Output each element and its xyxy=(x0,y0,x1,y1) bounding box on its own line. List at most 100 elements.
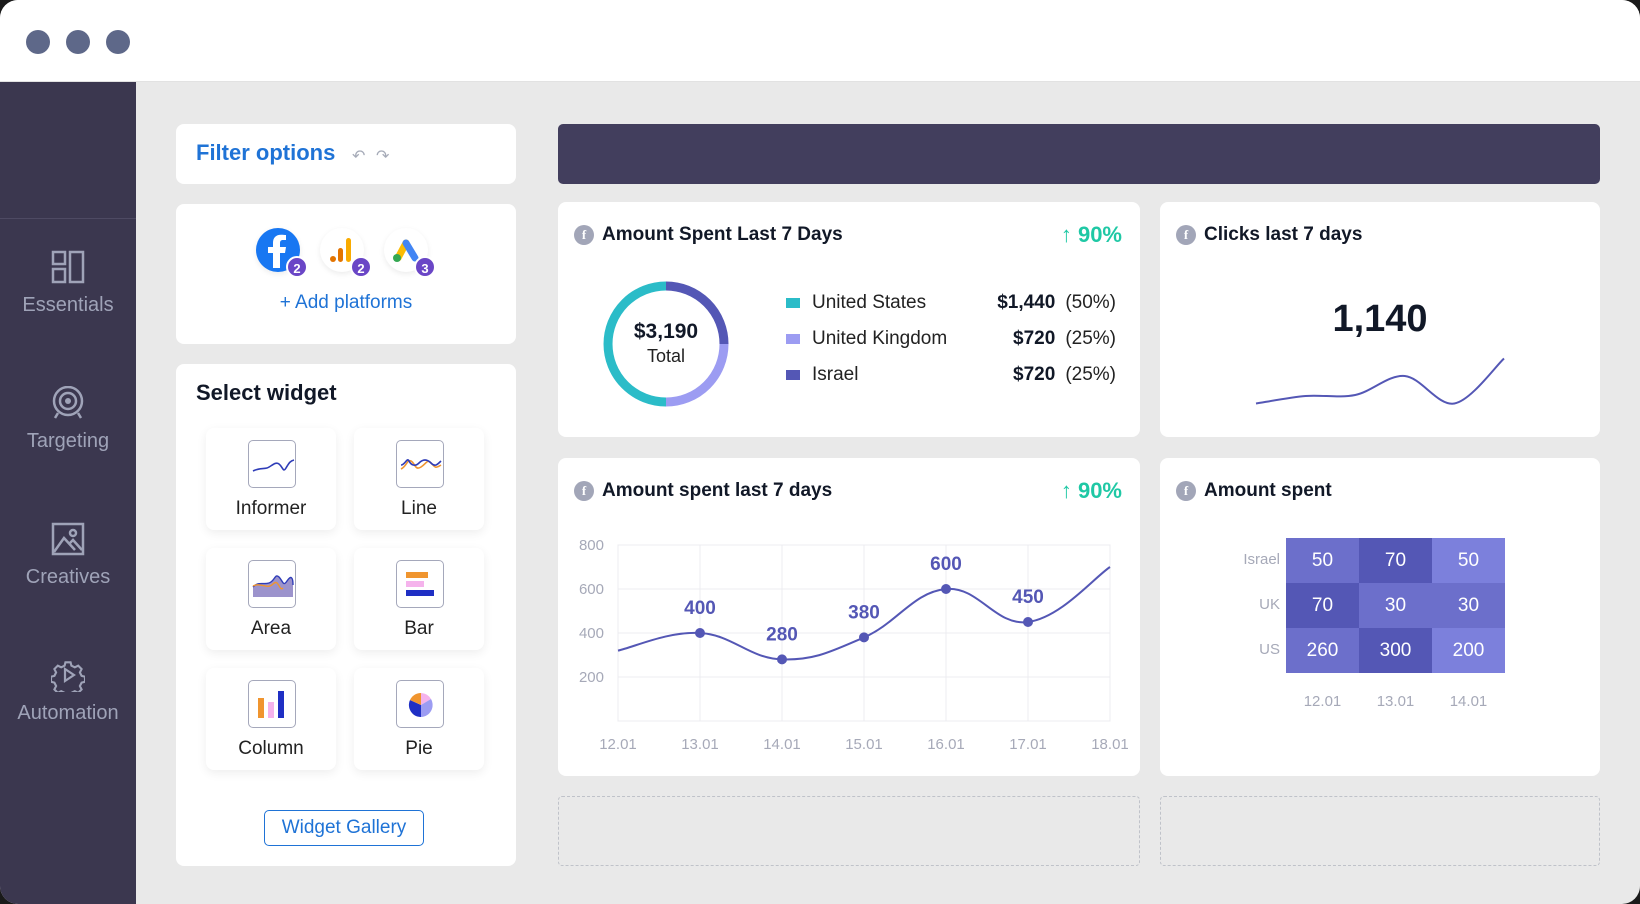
widget-bar[interactable]: Bar xyxy=(354,548,484,650)
image-icon xyxy=(51,522,85,556)
sidebar-item-label: Essentials xyxy=(22,294,114,316)
empty-widget-slot[interactable] xyxy=(558,796,1140,866)
bar-chart-icon xyxy=(406,572,434,596)
x-tick-label: 12.01 xyxy=(599,736,637,753)
heatmap-cell[interactable]: 70 xyxy=(1286,583,1359,628)
data-point[interactable] xyxy=(1023,617,1033,627)
amount-spent-heatmap-card: f Amount spent Israel 50 70 50 UK 70 30 30 US 260 3… xyxy=(1160,458,1600,776)
sidebar-item-label: Automation xyxy=(17,702,119,724)
x-tick-label: 15.01 xyxy=(845,736,883,753)
sparkline-path xyxy=(1255,357,1505,405)
widget-label: Pie xyxy=(405,738,433,759)
select-widget-title: Select widget xyxy=(196,380,337,405)
heatmap-cell[interactable]: 70 xyxy=(1359,538,1432,583)
window-minimize-button[interactable] xyxy=(66,30,90,54)
data-point[interactable] xyxy=(695,628,705,638)
x-tick-label: 18.01 xyxy=(1091,736,1129,753)
widget-gallery-button[interactable]: Widget Gallery xyxy=(264,810,424,846)
widget-label: Area xyxy=(250,618,292,639)
heatmap-cell[interactable]: 300 xyxy=(1359,628,1432,673)
target-icon xyxy=(52,386,84,419)
x-tick-label: 16.01 xyxy=(927,736,965,753)
platform-google-ads[interactable]: 3 xyxy=(384,228,436,278)
automation-gear-icon xyxy=(51,661,85,692)
platform-count-badge: 2 xyxy=(286,256,308,278)
widget-label: Column xyxy=(238,738,304,759)
sidebar-item-label: Creatives xyxy=(25,566,111,588)
platform-count-badge: 2 xyxy=(350,256,372,278)
window-close-button[interactable] xyxy=(26,30,50,54)
platform-facebook[interactable]: 2 xyxy=(256,228,308,278)
sidebar-item-creatives[interactable]: Creatives xyxy=(0,522,136,589)
data-point[interactable] xyxy=(941,584,951,594)
sidebar-item-targeting[interactable]: Targeting xyxy=(0,386,136,453)
empty-widget-slot[interactable] xyxy=(1160,796,1600,866)
heatmap-row-label: Israel xyxy=(1243,551,1280,568)
widget-informer[interactable]: Informer xyxy=(206,428,336,530)
data-label: 380 xyxy=(848,602,880,623)
y-tick-label: 600 xyxy=(579,581,604,598)
filter-options-title[interactable]: Filter options xyxy=(196,140,335,166)
facebook-source-icon: f xyxy=(1176,225,1196,245)
widget-column[interactable]: Column xyxy=(206,668,336,770)
x-tick-label: 17.01 xyxy=(1009,736,1047,753)
heatmap-cell[interactable]: 30 xyxy=(1359,583,1432,628)
filter-options-card: Filter options ↶ ↷ xyxy=(176,124,516,184)
sidebar-item-label: Targeting xyxy=(26,430,110,452)
add-platforms-link[interactable]: + Add platforms xyxy=(176,292,516,314)
amount-spent-donut-card: f Amount Spent Last 7 Days ↑ 90% $3,190 T… xyxy=(558,202,1140,437)
heatmap-cell[interactable]: 260 xyxy=(1286,628,1359,673)
data-point[interactable] xyxy=(859,632,869,643)
donut-total-label: Total xyxy=(646,346,686,366)
legend-row: United States $1,440 (50%) xyxy=(786,288,1116,318)
heatmap-cell[interactable]: 50 xyxy=(1286,538,1359,583)
informer-chart-icon xyxy=(252,459,295,472)
column-chart-icon xyxy=(258,691,284,718)
legend-swatch xyxy=(786,334,800,344)
data-point[interactable] xyxy=(777,654,787,665)
donut-total-value: $3,190 xyxy=(633,320,699,343)
heatmap-column-label: 13.01 xyxy=(1376,693,1415,710)
data-label: 600 xyxy=(930,554,962,575)
clicks-sparkline xyxy=(1255,357,1505,405)
sidebar-item-automation[interactable]: Automation xyxy=(0,658,136,725)
widget-line[interactable]: Line xyxy=(354,428,484,530)
heatmap-row-label: UK xyxy=(1259,596,1280,613)
y-tick-label: 200 xyxy=(579,669,604,686)
trend-indicator: ↑ 90% xyxy=(1060,222,1122,247)
title-bar xyxy=(0,0,1640,82)
line-chart-icon xyxy=(400,459,442,470)
y-tick-label: 400 xyxy=(579,625,604,642)
widget-label: Line xyxy=(401,498,437,519)
data-label: 280 xyxy=(766,624,798,645)
heatmap-cell[interactable]: 50 xyxy=(1432,538,1505,583)
window-maximize-button[interactable] xyxy=(106,30,130,54)
layout-icon xyxy=(51,250,85,284)
area-chart-icon xyxy=(252,575,294,597)
sidebar: Essentials Targeting Creatives Automatio… xyxy=(0,82,136,904)
platform-count-badge: 3 xyxy=(414,256,436,278)
redo-icon[interactable]: ↷ xyxy=(376,146,389,166)
heatmap-row-label: US xyxy=(1259,641,1280,658)
x-tick-label: 13.01 xyxy=(681,736,719,753)
widget-pie[interactable]: Pie xyxy=(354,668,484,770)
card-title: Clicks last 7 days xyxy=(1204,224,1363,245)
platform-google-analytics[interactable]: 2 xyxy=(320,228,372,278)
legend-row: United Kingdom $720 (25%) xyxy=(786,324,1116,354)
data-label: 450 xyxy=(1012,587,1044,608)
heatmap-cell[interactable]: 30 xyxy=(1432,583,1505,628)
sidebar-item-essentials[interactable]: Essentials xyxy=(0,250,136,317)
y-tick-label: 800 xyxy=(579,537,604,554)
x-tick-label: 14.01 xyxy=(763,736,801,753)
facebook-source-icon: f xyxy=(574,225,594,245)
widget-area[interactable]: Area xyxy=(206,548,336,650)
amount-spent-line-card: f Amount spent last 7 days ↑ 90% 200 400 60… xyxy=(558,458,1140,776)
card-title: Amount Spent Last 7 Days xyxy=(602,224,843,245)
legend-swatch xyxy=(786,298,800,308)
legend-row: Israel $720 (25%) xyxy=(786,360,1116,390)
card-title: Amount spent xyxy=(1204,480,1332,501)
undo-icon[interactable]: ↶ xyxy=(352,146,365,166)
heatmap-cell[interactable]: 200 xyxy=(1432,628,1505,673)
line-chart: 200 400 600 800 12.01 13.01 14.01 15.01 16.01 17.… xyxy=(579,537,1129,753)
platforms-card: 2 2 3 + Add platforms xyxy=(176,204,516,344)
